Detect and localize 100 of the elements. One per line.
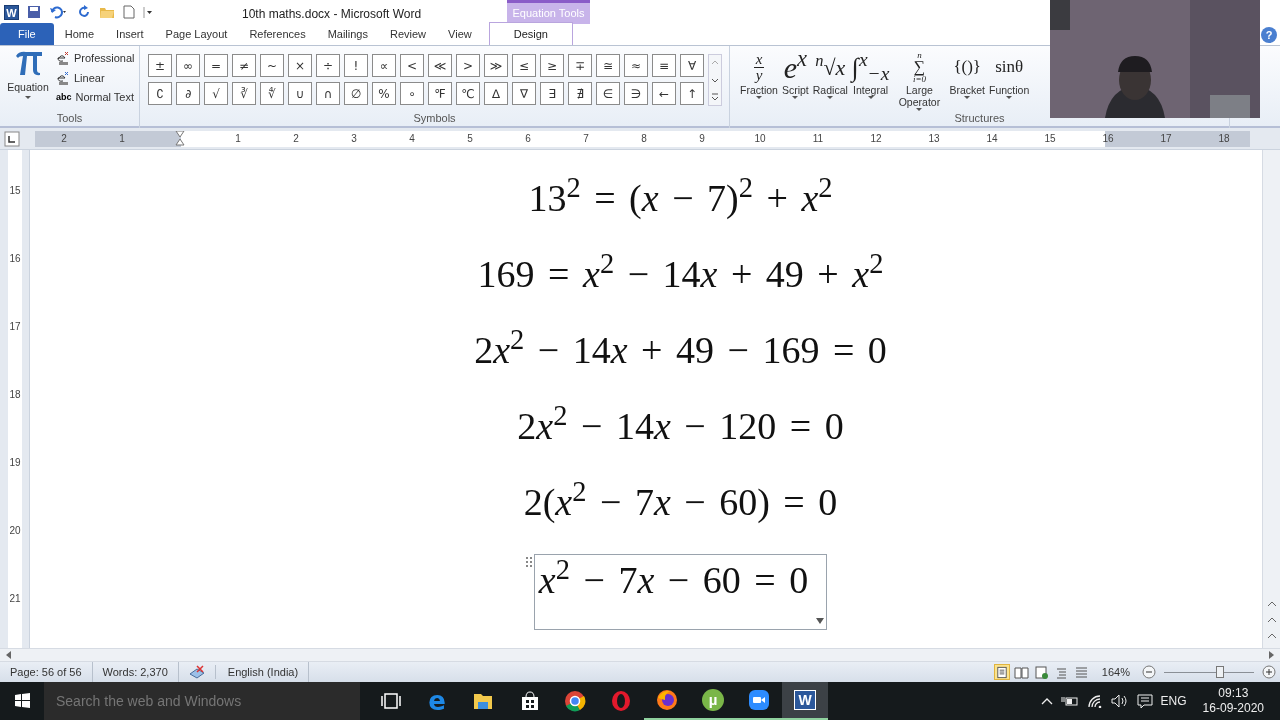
horizontal-scrollbar[interactable] xyxy=(0,648,1280,662)
equation[interactable]: 13$^{2}$ = (x − 7)$^{2}$ + x$^{2}$ xyxy=(528,160,833,236)
ribbon-tab[interactable]: View xyxy=(437,23,483,45)
redo-icon[interactable] xyxy=(77,5,91,19)
ribbon-tab[interactable]: File xyxy=(0,23,54,45)
symbol-button[interactable]: ∃ xyxy=(540,82,564,105)
ribbon-tab[interactable]: Home xyxy=(53,23,106,45)
word-logo[interactable]: W xyxy=(4,4,19,20)
structure-button[interactable]: $^{n}$√x Radical xyxy=(810,50,850,116)
symbol-button[interactable]: ∄ xyxy=(568,82,592,105)
symbol-button[interactable]: ! xyxy=(344,54,368,77)
zoom-level[interactable]: 164% xyxy=(1101,663,1130,681)
symbol-button[interactable]: ∛ xyxy=(232,82,256,105)
equation[interactable]: 2x$^{2}$ − 14x + 49 − 169 = 0 xyxy=(474,312,887,388)
symbol-button[interactable]: ∋ xyxy=(624,82,648,105)
symbol-button[interactable]: ∈ xyxy=(596,82,620,105)
dropdown-icon[interactable] xyxy=(816,618,825,626)
horizontal-ruler[interactable]: 2 1 1 2 3 4 5 6 7 8 9 10 11 12 13 14 15 16 17 18 xyxy=(35,131,1250,147)
search-field[interactable]: Search the web and Windows xyxy=(44,682,360,720)
ribbon-tab[interactable]: Review xyxy=(379,23,438,45)
symbol-button[interactable]: ∁ xyxy=(148,82,172,105)
indent-marker[interactable] xyxy=(175,131,185,147)
symbol-button[interactable]: ≈ xyxy=(624,54,648,77)
structure-button[interactable]: n ∑ i=0 Large Operator xyxy=(891,50,948,116)
equation-format-option[interactable]: Professional xyxy=(56,50,135,67)
symbol-button[interactable]: ± xyxy=(148,54,172,77)
ruler-number: 6 xyxy=(524,132,532,146)
equation[interactable]: 2(x$^{2}$ − 7x − 60) = 0 xyxy=(523,464,838,540)
symbol-button[interactable]: ÷ xyxy=(316,54,340,77)
symbol-button[interactable]: ≫ xyxy=(484,54,508,77)
equation[interactable]: 2x$^{2}$ − 14x − 120 = 0 xyxy=(517,388,844,464)
symbol-button[interactable]: ∓ xyxy=(568,54,592,77)
ruler-number: 21 xyxy=(8,591,22,606)
wifi-icon[interactable] xyxy=(1086,694,1103,708)
zoom-slider-thumb[interactable] xyxy=(1215,665,1224,678)
taskbar-app[interactable]: e xyxy=(414,682,460,720)
symbol-button[interactable]: ∩ xyxy=(316,82,340,105)
notifications-icon[interactable] xyxy=(1136,693,1153,709)
symbol-button[interactable]: ≥ xyxy=(540,54,564,77)
volume-icon[interactable] xyxy=(1110,694,1129,708)
symbol-button[interactable]: ℃ xyxy=(456,82,480,105)
scroll-right-icon[interactable] xyxy=(1268,650,1276,660)
ruler-number: 14 xyxy=(985,132,999,146)
symbol-button[interactable]: ∞ xyxy=(176,54,200,77)
taskbar-app[interactable]: W xyxy=(782,682,828,720)
customize-menu-icon[interactable] xyxy=(143,5,153,19)
scroll-left-icon[interactable] xyxy=(4,650,12,660)
view-button[interactable] xyxy=(1033,664,1050,680)
symbol-button[interactable]: ∇ xyxy=(512,82,536,105)
symbol-button[interactable]: ℉ xyxy=(428,82,452,105)
symbol-button[interactable]: ≅ xyxy=(596,54,620,77)
ribbon-tab[interactable]: Insert xyxy=(105,23,155,45)
undo-icon[interactable] xyxy=(49,5,69,19)
symbol-button[interactable]: ∅ xyxy=(344,82,368,105)
proofing-icon[interactable] xyxy=(188,665,205,679)
clock-date[interactable]: 16-09-2020 xyxy=(1202,701,1264,716)
zoom-in-button[interactable] xyxy=(1262,665,1276,679)
help-button[interactable]: ? xyxy=(1261,27,1277,43)
new-document-icon[interactable] xyxy=(123,5,135,19)
vertical-scrollbar[interactable] xyxy=(1262,150,1280,648)
symbol-button[interactable]: ~ xyxy=(260,54,284,77)
symbol-button[interactable]: ∪ xyxy=(288,82,312,105)
view-button[interactable] xyxy=(1013,664,1030,680)
symbol-button[interactable]: ∝ xyxy=(372,54,396,77)
symbol-button[interactable]: ≠ xyxy=(232,54,256,77)
equation[interactable]: 169 = x$^{2}$ − 14x + 49 + x$^{2}$ xyxy=(477,236,884,312)
symbol-button[interactable]: ∂ xyxy=(176,82,200,105)
symbol-button[interactable]: = xyxy=(204,54,228,77)
equation-format-option[interactable]: Linear xyxy=(56,69,135,86)
clock-time[interactable]: 09:13 xyxy=(1218,686,1249,701)
symbol-button[interactable]: × xyxy=(288,54,312,77)
battery-icon[interactable] xyxy=(1060,694,1079,708)
ribbon-tab[interactable]: Page Layout xyxy=(154,23,239,45)
symbol-button[interactable]: ≡ xyxy=(652,54,676,77)
symbol-button[interactable]: ≪ xyxy=(428,54,452,77)
ribbon-tab[interactable]: Mailings xyxy=(316,23,379,45)
symbol-button[interactable]: ∀ xyxy=(680,54,704,77)
symbol-button[interactable]: > xyxy=(456,54,480,77)
ribbon-tab[interactable]: Design xyxy=(488,22,573,45)
show-hidden-icons[interactable] xyxy=(1040,696,1053,706)
symbol-button[interactable]: ↑ xyxy=(680,82,704,105)
equation-button[interactable]: Equation xyxy=(0,46,56,112)
save-icon[interactable] xyxy=(27,5,41,19)
symbol-button[interactable]: % xyxy=(372,82,396,105)
symbol-button[interactable]: ∆ xyxy=(484,82,508,105)
equation-format-option[interactable]: abc Normal Text xyxy=(56,89,135,106)
ruler-number: 18 xyxy=(8,387,22,402)
symbol-button[interactable]: ← xyxy=(652,82,676,105)
symbol-button[interactable]: ≤ xyxy=(512,54,536,77)
drag-handle[interactable] xyxy=(525,557,534,567)
symbol-button[interactable]: ∘ xyxy=(400,82,424,105)
input-language[interactable]: ENG xyxy=(1160,692,1187,710)
structure-button[interactable]: x y Fraction xyxy=(738,50,780,116)
ribbon-tab[interactable]: References xyxy=(238,23,317,45)
ruler-number: 2 xyxy=(292,132,300,146)
zoom-out-button[interactable] xyxy=(1142,665,1156,679)
symbol-button[interactable]: ∜ xyxy=(260,82,284,105)
view-button[interactable] xyxy=(993,664,1010,680)
symbol-button[interactable]: < xyxy=(400,54,424,77)
symbol-button[interactable]: √ xyxy=(204,82,228,105)
